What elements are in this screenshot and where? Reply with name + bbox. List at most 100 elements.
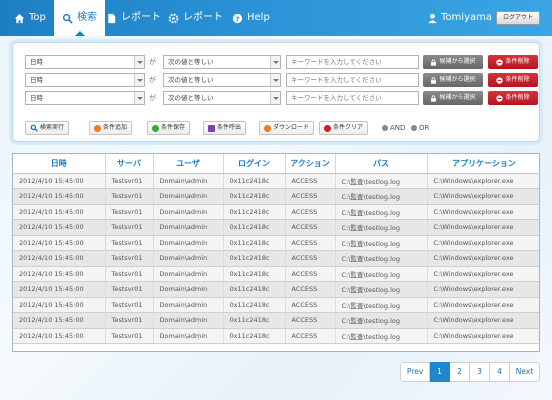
and-radio[interactable]: AND — [382, 121, 405, 135]
delete-condition-button[interactable]: 条件削除 — [488, 91, 538, 105]
save-condition-button[interactable]: 条件保存 — [147, 121, 191, 135]
select-candidate-button[interactable]: 候補から選択 — [423, 55, 483, 69]
table-header-row: 日時 サーバ ユーザ ログイン アクション パス アプリケーション — [13, 154, 539, 174]
table-cell: ACCESS — [285, 250, 336, 267]
table-cell: 2012/4/10 15:45:00 — [13, 328, 106, 344]
table-cell: 0x11c2418c — [223, 328, 286, 344]
table-row[interactable]: 2012/4/10 15:45:00 Testsvr01 Domain\admin 0… — [13, 281, 539, 298]
select-candidate-label: 候補から選択 — [439, 76, 476, 83]
check-icon — [152, 124, 159, 132]
table-row[interactable]: 2012/4/10 15:45:00 Testsvr01 Domain\admin 0… — [13, 204, 539, 220]
user-info: Tomiyama — [427, 0, 492, 36]
page-button-2[interactable]: 2 — [450, 362, 470, 382]
table-cell: ACCESS — [285, 266, 336, 282]
table-row[interactable]: 2012/4/10 15:45:00 Testsvr01 Domain\admin 0… — [13, 266, 539, 282]
page-button-1[interactable]: 1 — [430, 362, 450, 382]
column-header[interactable]: ユーザ — [153, 154, 224, 174]
delete-condition-button[interactable]: 条件削除 — [488, 73, 538, 87]
or-radio[interactable]: OR — [411, 121, 429, 135]
select-candidate-label: 候補から選択 — [439, 58, 476, 65]
table-cell: 0x11c2418c — [223, 235, 286, 251]
nav-report-1[interactable]: レポート — [106, 0, 161, 36]
lock-icon — [431, 76, 437, 84]
operator-select[interactable]: 次の値と等しい — [163, 55, 281, 69]
load-condition-label: 条件呼出 — [217, 124, 242, 131]
column-header[interactable]: 日時 — [13, 154, 106, 174]
table-row[interactable]: 2012/4/10 15:45:00 Testsvr01 Domain\admin 0… — [13, 188, 539, 205]
run-search-label: 検索実行 — [40, 124, 65, 131]
load-condition-button[interactable]: 条件呼出 — [203, 121, 247, 135]
column-header[interactable]: アクション — [285, 154, 336, 174]
operator-select[interactable]: 次の値と等しい — [163, 91, 281, 105]
select-candidate-button[interactable]: 候補から選択 — [423, 91, 483, 105]
table-cell: ACCESS — [285, 235, 336, 251]
table-cell: Domain\admin — [153, 281, 224, 298]
minus-circle-icon — [496, 76, 504, 84]
table-cell: Domain\admin — [153, 312, 224, 329]
column-header[interactable]: ログイン — [223, 154, 286, 174]
next-page-button[interactable]: Next — [510, 362, 540, 382]
keyword-input[interactable]: キーワードを入力してください — [286, 91, 419, 105]
table-row[interactable]: 2012/4/10 15:45:00 Testsvr01 Domain\admin 0… — [13, 219, 539, 236]
delete-condition-label: 条件削除 — [505, 76, 530, 83]
page-button-4[interactable]: 4 — [490, 362, 510, 382]
search-icon — [62, 13, 73, 24]
table-cell: 2012/4/10 15:45:00 — [13, 219, 106, 236]
nav-search[interactable]: 検索 — [54, 0, 105, 36]
run-search-button[interactable]: 検索実行 — [25, 121, 70, 135]
operator-select[interactable]: 次の値と等しい — [163, 73, 281, 87]
table-row[interactable]: 2012/4/10 15:45:00 Testsvr01 Domain\admin 0… — [13, 328, 539, 344]
keyword-input[interactable]: キーワードを入力してください — [286, 73, 419, 87]
nav-top[interactable]: Top — [14, 0, 46, 36]
field-select[interactable]: 日時 — [25, 55, 145, 69]
top-nav-bar: Top 検索 レポート レポート ? Help Tomiyama ログアウト — [0, 0, 552, 36]
download-icon — [264, 124, 271, 132]
keyword-input[interactable]: キーワードを入力してください — [286, 55, 419, 69]
document-icon — [108, 13, 116, 23]
clear-condition-button[interactable]: 条件クリア — [319, 121, 369, 135]
table-row[interactable]: 2012/4/10 15:45:00 Testsvr01 Domain\admin 0… — [13, 235, 539, 251]
nav-report-2[interactable]: レポート — [168, 0, 223, 36]
field-select[interactable]: 日時 — [25, 73, 145, 87]
radio-icon — [411, 125, 417, 131]
add-condition-button[interactable]: 条件追加 — [89, 121, 133, 135]
nav-help[interactable]: ? Help — [232, 0, 270, 36]
field-select[interactable]: 日時 — [25, 91, 145, 105]
download-button[interactable]: ダウンロード — [259, 121, 315, 135]
prev-page-button[interactable]: Prev — [400, 362, 430, 382]
home-icon — [14, 13, 25, 23]
search-icon — [30, 124, 38, 132]
table-cell: C:\Windows\explorer.exe — [427, 188, 539, 205]
table-cell: ACCESS — [285, 204, 336, 220]
table-cell: Testsvr01 — [105, 173, 154, 189]
table-cell: Domain\admin — [153, 266, 224, 282]
column-header[interactable]: パス — [335, 154, 428, 174]
table-cell: 0x11c2418c — [223, 173, 286, 189]
table-cell: C:\Windows\explorer.exe — [427, 235, 539, 251]
delete-condition-button[interactable]: 条件削除 — [488, 55, 538, 69]
condition-row: 日時 が 次の値と等しい キーワードを入力してください 候補から選択 条件削除 — [25, 91, 538, 105]
column-header[interactable]: サーバ — [105, 154, 154, 174]
condition-row: 日時 が 次の値と等しい キーワードを入力してください 候補から選択 条件削除 — [25, 55, 538, 69]
select-candidate-button[interactable]: 候補から選択 — [423, 73, 483, 87]
ga-label: が — [149, 76, 156, 84]
nav-help-label: Help — [247, 12, 270, 23]
table-cell: C:\Windows\explorer.exe — [427, 204, 539, 220]
table-row[interactable]: 2012/4/10 15:45:00 Testsvr01 Domain\admin 0… — [13, 297, 539, 313]
table-row[interactable]: 2012/4/10 15:45:00 Testsvr01 Domain\admin 0… — [13, 250, 539, 267]
table-row[interactable]: 2012/4/10 15:45:00 Testsvr01 Domain\admin 0… — [13, 173, 539, 189]
table-cell: C:\監査\testlog.log — [335, 219, 428, 236]
table-cell: 0x11c2418c — [223, 266, 286, 282]
chevron-down-icon — [270, 56, 280, 68]
column-header[interactable]: アプリケーション — [427, 154, 539, 174]
page-button-3[interactable]: 3 — [470, 362, 490, 382]
table-cell: ACCESS — [285, 328, 336, 344]
table-cell: C:\監査\testlog.log — [335, 235, 428, 251]
logout-button[interactable]: ログアウト — [495, 11, 540, 25]
table-cell: 2012/4/10 15:45:00 — [13, 188, 106, 205]
table-cell: C:\Windows\explorer.exe — [427, 297, 539, 313]
table-cell: Domain\admin — [153, 328, 224, 344]
table-cell: Testsvr01 — [105, 250, 154, 267]
download-label: ダウンロード — [273, 124, 310, 131]
table-row[interactable]: 2012/4/10 15:45:00 Testsvr01 Domain\admin 0… — [13, 312, 539, 329]
